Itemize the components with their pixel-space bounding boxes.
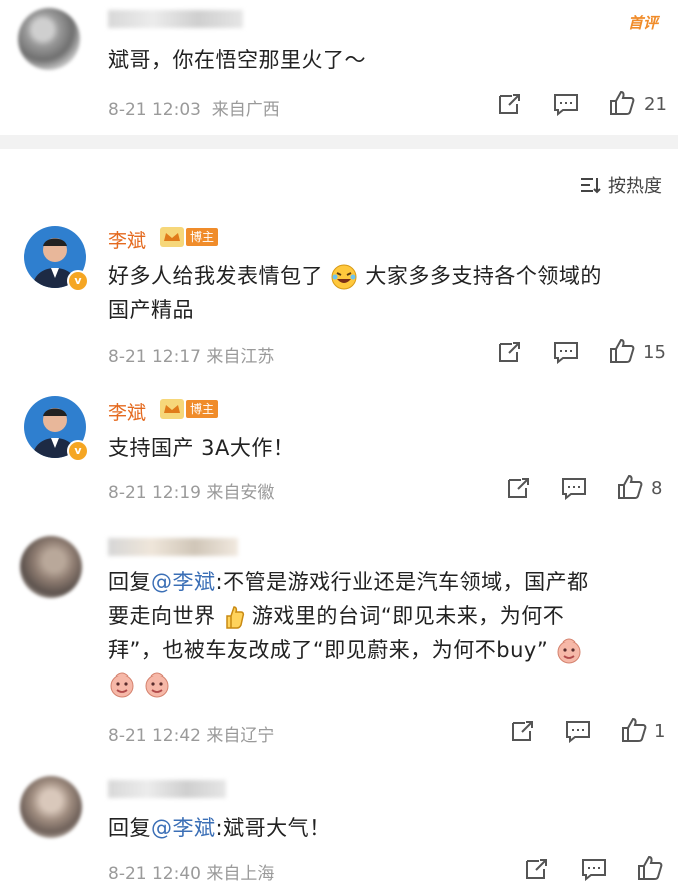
author-badge: 博主 xyxy=(186,400,219,418)
vip-crown-icon xyxy=(160,399,184,419)
avatar[interactable] xyxy=(18,8,80,70)
comment-text: 斌哥，你在悟空那里火了～ xyxy=(108,48,366,72)
comment-meta: 8-21 12:19 来自安徽 xyxy=(108,483,275,503)
comment-text: 回复@李斌:不管是游戏行业还是汽车领域，国产都 要走向世界 游戏里的台词“即见未… xyxy=(108,565,668,701)
verified-badge-icon: v xyxy=(67,270,89,292)
mention-link[interactable]: @李斌 xyxy=(151,570,216,594)
like-icon[interactable] xyxy=(608,90,636,116)
first-comment-tag: 首评 xyxy=(627,14,658,32)
username-blurred[interactable] xyxy=(108,538,238,556)
comment-icon[interactable] xyxy=(553,340,579,364)
comment-location: 来自广西 xyxy=(211,100,280,120)
comment-meta: 8-21 12:40 来自上海 xyxy=(108,864,275,884)
comment-date: 8-21 12:03 xyxy=(108,100,201,120)
like-count: 15 xyxy=(643,342,666,363)
comment-icon[interactable] xyxy=(565,719,591,743)
comment-text: 支持国产 3A大作！ xyxy=(108,436,295,460)
comment-meta: 8-21 12:03 来自广西 xyxy=(108,95,280,120)
vip-crown-icon xyxy=(160,227,184,247)
section-divider xyxy=(0,135,678,149)
thumbs-up-emoji-icon xyxy=(225,606,244,629)
avatar[interactable] xyxy=(20,536,82,598)
comment-text: 好多人给我发表情包了 大家多多支持各个领域的 国产精品 xyxy=(108,264,602,322)
like-icon[interactable] xyxy=(616,474,644,500)
doge-emoji-icon xyxy=(145,672,169,698)
comment-icon[interactable] xyxy=(581,857,607,881)
share-icon[interactable] xyxy=(497,340,523,364)
like-icon[interactable] xyxy=(620,717,648,743)
share-icon[interactable] xyxy=(506,476,532,500)
like-count: 1 xyxy=(654,721,666,742)
comment-meta: 8-21 12:42 来自辽宁 xyxy=(108,726,275,746)
share-icon[interactable] xyxy=(524,857,550,881)
comment-icon[interactable] xyxy=(561,476,587,500)
username[interactable]: 李斌 xyxy=(108,398,146,425)
username[interactable]: 李斌 xyxy=(108,226,146,253)
sort-toggle[interactable]: 按热度 xyxy=(580,172,662,198)
like-icon[interactable] xyxy=(608,338,636,364)
like-count: 21 xyxy=(644,94,667,115)
share-icon[interactable] xyxy=(497,92,523,116)
comment-text: 回复@李斌:斌哥大气！ xyxy=(108,816,331,840)
doge-emoji-icon xyxy=(110,672,134,698)
verified-badge-icon: v xyxy=(67,440,89,462)
username-blurred[interactable] xyxy=(108,10,243,28)
author-badge: 博主 xyxy=(186,228,219,246)
sort-icon xyxy=(581,178,601,194)
like-count: 8 xyxy=(651,478,663,499)
laughing-emoji-icon xyxy=(331,264,357,290)
like-icon[interactable] xyxy=(636,855,664,881)
avatar[interactable] xyxy=(20,776,82,838)
mention-link[interactable]: @李斌 xyxy=(151,816,216,840)
username-blurred[interactable] xyxy=(108,780,226,798)
sort-label: 按热度 xyxy=(608,176,662,197)
comment-meta: 8-21 12:17 来自江苏 xyxy=(108,347,275,367)
share-icon[interactable] xyxy=(510,719,536,743)
comment-icon[interactable] xyxy=(553,92,579,116)
doge-emoji-icon xyxy=(557,638,581,664)
